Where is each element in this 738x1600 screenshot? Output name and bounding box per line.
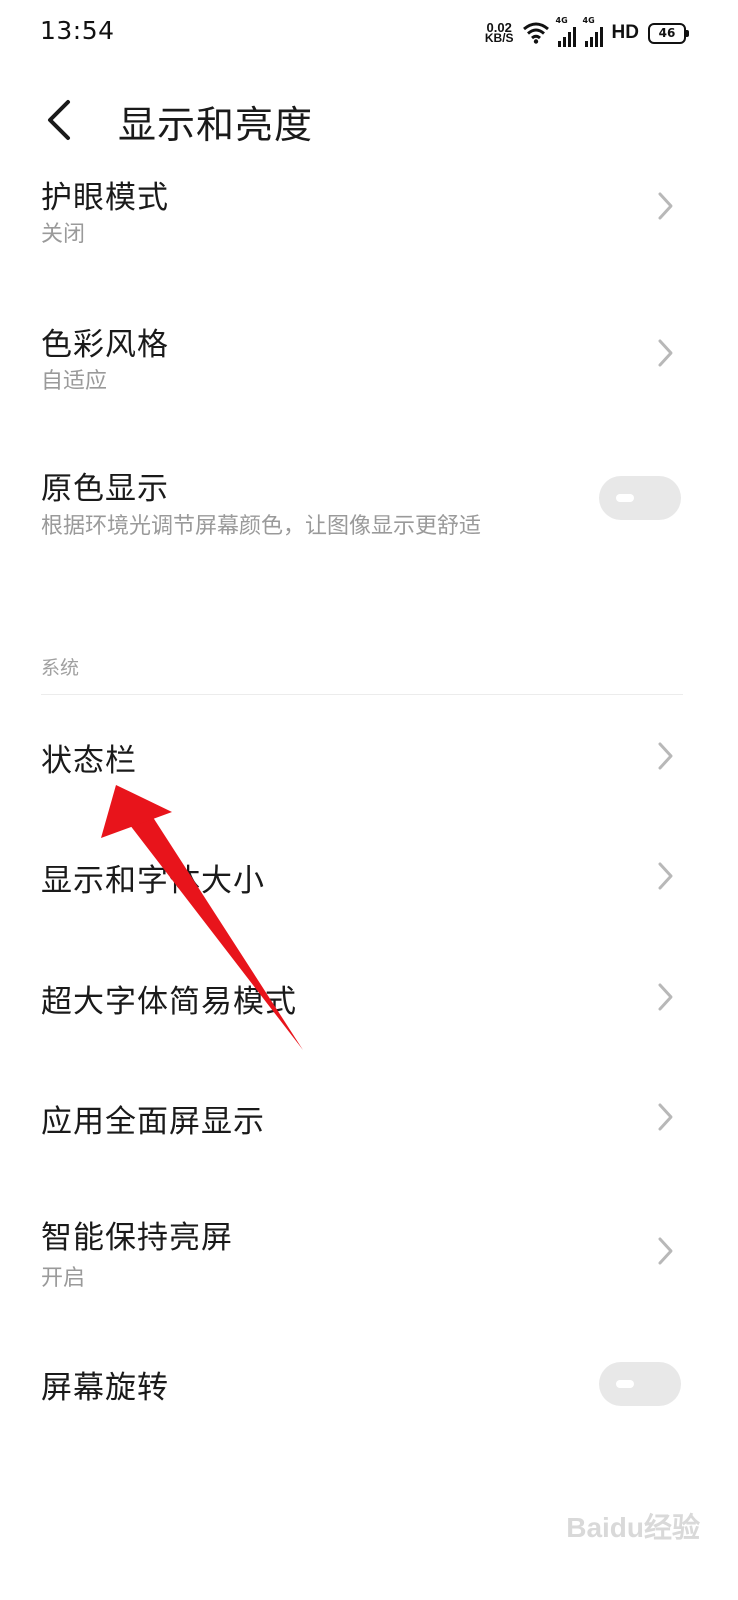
network-speed: 0.02 KB/S bbox=[484, 21, 514, 45]
chevron-right-icon bbox=[658, 192, 673, 220]
status-bar: 13:54 0.02 KB/S 4G 4G HD 46 bbox=[0, 0, 738, 66]
toggle-knob bbox=[616, 1380, 634, 1388]
signal-icon: 4G bbox=[555, 16, 576, 47]
hd-voice-label: HD bbox=[611, 22, 639, 43]
page-header: 显示和亮度 bbox=[0, 66, 738, 176]
settings-item-eye-care[interactable]: 护眼模式 关闭 bbox=[0, 168, 738, 258]
setting-title: 显示和字体大小 bbox=[41, 863, 265, 899]
status-time: 13:54 bbox=[40, 16, 115, 45]
settings-item-large-font-mode[interactable]: 超大字体简易模式 bbox=[0, 976, 738, 1036]
setting-subtitle: 根据环境光调节屏幕颜色，让图像显示更舒适 bbox=[41, 514, 482, 539]
baidu-watermark: Baidu经验 bbox=[566, 1512, 700, 1543]
network-speed-unit: KB/S bbox=[484, 31, 514, 45]
toggle-knob bbox=[616, 494, 634, 502]
chevron-right-icon bbox=[658, 983, 673, 1011]
signal-type-label: 4G bbox=[555, 16, 568, 25]
chevron-right-icon bbox=[658, 862, 673, 890]
signal-type-label: 4G bbox=[582, 16, 595, 25]
chevron-right-icon bbox=[658, 742, 673, 770]
chevron-right-icon bbox=[658, 1237, 673, 1265]
battery-icon: 46 bbox=[648, 22, 689, 44]
setting-title: 超大字体简易模式 bbox=[41, 984, 297, 1020]
settings-item-display-font-size[interactable]: 显示和字体大小 bbox=[0, 855, 738, 915]
setting-title: 状态栏 bbox=[41, 743, 137, 779]
page-title: 显示和亮度 bbox=[118, 103, 314, 147]
divider bbox=[41, 694, 683, 695]
settings-item-true-tone: 原色显示 根据环境光调节屏幕颜色，让图像显示更舒适 bbox=[0, 460, 738, 550]
status-icons: 0.02 KB/S 4G 4G HD 46 bbox=[484, 16, 689, 48]
settings-item-smart-stay-awake[interactable]: 智能保持亮屏 开启 bbox=[0, 1212, 738, 1302]
setting-title: 应用全面屏显示 bbox=[41, 1104, 265, 1140]
settings-item-status-bar[interactable]: 状态栏 bbox=[0, 735, 738, 795]
chevron-right-icon bbox=[658, 1103, 673, 1131]
settings-item-color-style[interactable]: 色彩风格 自适应 bbox=[0, 315, 738, 405]
setting-title: 色彩风格 bbox=[41, 327, 169, 363]
setting-title: 屏幕旋转 bbox=[41, 1370, 169, 1406]
setting-subtitle: 关闭 bbox=[41, 222, 86, 247]
auto-rotate-toggle[interactable] bbox=[599, 1362, 681, 1406]
section-header-system: 系统 bbox=[41, 657, 80, 679]
setting-subtitle: 自适应 bbox=[41, 369, 108, 394]
setting-title: 护眼模式 bbox=[41, 180, 169, 216]
signal-icon: 4G bbox=[582, 16, 603, 47]
setting-title: 原色显示 bbox=[41, 471, 169, 507]
true-tone-toggle[interactable] bbox=[599, 476, 681, 520]
setting-title: 智能保持亮屏 bbox=[41, 1220, 233, 1256]
settings-item-auto-rotate: 屏幕旋转 bbox=[0, 1362, 738, 1422]
wifi-icon bbox=[522, 22, 549, 44]
setting-subtitle: 开启 bbox=[41, 1266, 86, 1291]
back-arrow-icon[interactable] bbox=[38, 96, 82, 144]
chevron-right-icon bbox=[658, 339, 673, 367]
settings-item-fullscreen-apps[interactable]: 应用全面屏显示 bbox=[0, 1096, 738, 1156]
